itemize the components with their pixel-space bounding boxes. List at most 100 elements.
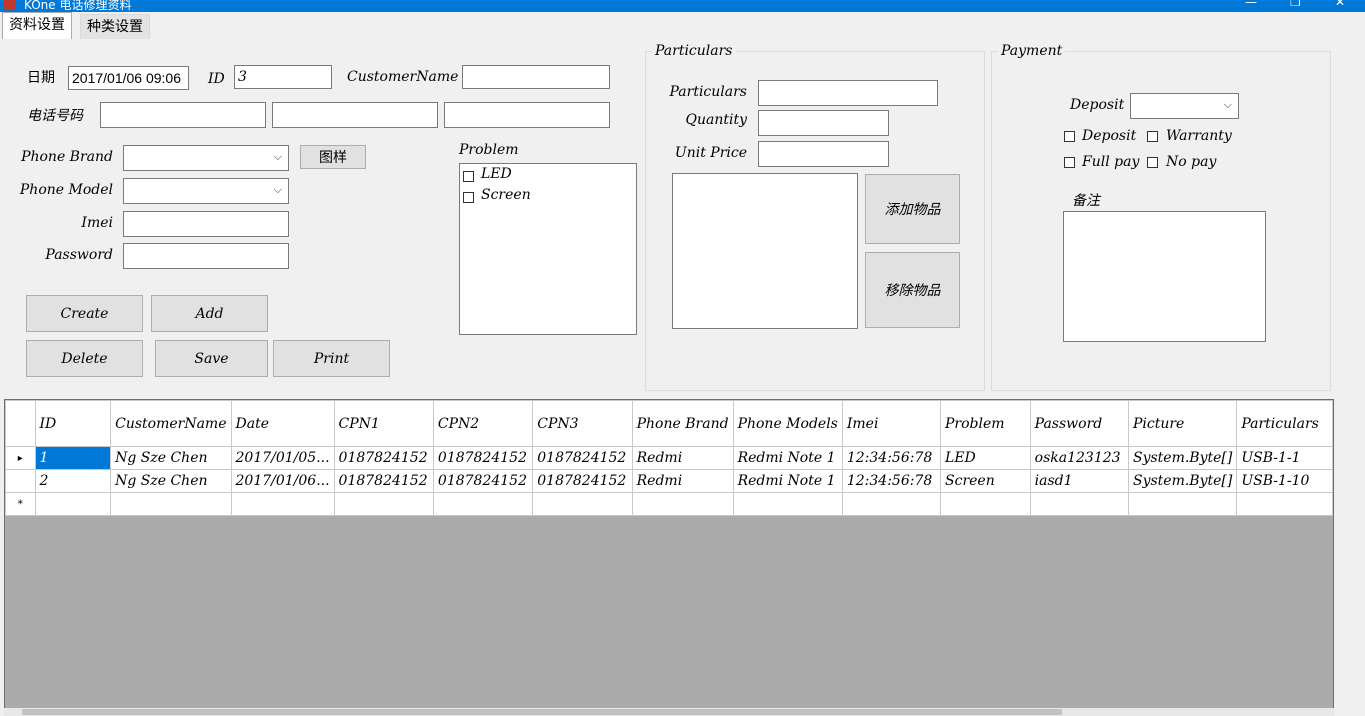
column-header[interactable]: ID: [34, 400, 112, 447]
column-header[interactable]: CustomerName: [110, 400, 232, 447]
table-cell[interactable]: oska123123: [1029, 446, 1129, 470]
particulars-field[interactable]: [758, 80, 938, 106]
delete-button[interactable]: Delete: [26, 340, 143, 377]
problem-checklist[interactable]: LED Screen: [459, 163, 637, 335]
column-header[interactable]: Phone Models: [732, 400, 843, 447]
print-button[interactable]: Print: [273, 340, 390, 377]
phone-model-select[interactable]: ⌵: [123, 178, 289, 204]
table-cell[interactable]: 0187824152: [532, 446, 633, 470]
tab-data-settings[interactable]: 资料设置: [2, 12, 72, 39]
table-cell[interactable]: [732, 492, 843, 516]
phone-brand-select[interactable]: ⌵: [123, 145, 289, 171]
date-picker[interactable]: 2017/01/06 09:06: [68, 66, 189, 90]
particulars-list[interactable]: [672, 173, 858, 329]
table-cell[interactable]: [110, 492, 232, 516]
column-header[interactable]: Particulars: [1236, 400, 1333, 447]
table-cell[interactable]: 0187824152: [432, 446, 534, 470]
deposit-checkbox-label: Deposit: [1082, 128, 1137, 144]
problem-screen-checkbox[interactable]: [463, 192, 474, 203]
table-row[interactable]: ▸ 1 Ng Sze Chen 2017/01/05... 0187824152 0187…: [5, 446, 1333, 470]
phone-field-2[interactable]: [272, 102, 438, 128]
table-cell[interactable]: [1236, 492, 1333, 516]
table-cell[interactable]: Screen: [940, 469, 1031, 493]
table-cell[interactable]: [1029, 492, 1129, 516]
unit-price-field[interactable]: [758, 141, 889, 167]
table-cell[interactable]: System.Byte[]: [1127, 469, 1238, 493]
table-cell[interactable]: Ng Sze Chen: [110, 446, 232, 470]
scrollbar-thumb[interactable]: [22, 709, 1062, 715]
minimize-icon[interactable]: —: [1245, 0, 1257, 9]
warranty-checkbox[interactable]: [1147, 131, 1158, 142]
column-header[interactable]: Problem: [940, 400, 1031, 447]
row-header[interactable]: [5, 469, 36, 493]
sample-image-button[interactable]: 图样: [300, 145, 366, 169]
id-field[interactable]: 3: [234, 65, 332, 89]
create-button[interactable]: Create: [26, 295, 143, 332]
remove-item-button[interactable]: 移除物品: [865, 252, 960, 328]
maximize-icon[interactable]: ❐: [1290, 0, 1301, 9]
table-cell[interactable]: [333, 492, 434, 516]
table-cell[interactable]: Ng Sze Chen: [110, 469, 232, 493]
horizontal-scrollbar[interactable]: [4, 708, 1334, 716]
table-cell[interactable]: 12:34:56:78: [841, 446, 942, 470]
table-cell[interactable]: 2017/01/05...: [230, 446, 335, 470]
close-icon[interactable]: ✕: [1335, 0, 1345, 9]
table-cell[interactable]: 0187824152: [333, 446, 434, 470]
table-cell[interactable]: USB-1-1: [1236, 446, 1333, 470]
records-grid[interactable]: ID CustomerName Date CPN1 CPN2 CPN3 Phone Bran…: [4, 399, 1334, 716]
phone-field-1[interactable]: [100, 102, 266, 128]
column-header[interactable]: CPN2: [432, 400, 534, 447]
column-header[interactable]: Phone Brand: [631, 400, 734, 447]
table-cell[interactable]: Redmi: [631, 446, 734, 470]
column-header[interactable]: CPN1: [333, 400, 434, 447]
table-cell[interactable]: USB-1-10: [1236, 469, 1333, 493]
table-cell[interactable]: [230, 492, 335, 516]
table-cell[interactable]: 12:34:56:78: [841, 469, 942, 493]
new-row[interactable]: *: [5, 492, 1333, 516]
table-cell[interactable]: 2017/01/06...: [230, 469, 335, 493]
table-cell[interactable]: 2: [34, 469, 112, 493]
row-header[interactable]: ▸: [5, 446, 36, 470]
phone-field-3[interactable]: [444, 102, 610, 128]
save-button[interactable]: Save: [155, 340, 268, 377]
table-cell[interactable]: iasd1: [1029, 469, 1129, 493]
column-header[interactable]: Password: [1029, 400, 1129, 447]
table-cell[interactable]: 0187824152: [532, 469, 633, 493]
table-cell[interactable]: [631, 492, 734, 516]
no-pay-checkbox[interactable]: [1147, 157, 1158, 168]
deposit-checkbox[interactable]: [1064, 131, 1075, 142]
table-cell[interactable]: Redmi Note 1: [732, 446, 843, 470]
imei-field[interactable]: [123, 211, 289, 237]
customer-name-field[interactable]: [462, 65, 610, 89]
table-cell[interactable]: LED: [940, 446, 1031, 470]
table-cell[interactable]: System.Byte[]: [1127, 446, 1238, 470]
column-header[interactable]: Imei: [841, 400, 942, 447]
table-cell[interactable]: 0187824152: [432, 469, 534, 493]
add-item-button[interactable]: 添加物品: [865, 174, 960, 244]
table-cell[interactable]: [34, 492, 112, 516]
table-cell[interactable]: [532, 492, 633, 516]
column-header[interactable]: Date: [230, 400, 335, 447]
table-cell[interactable]: [432, 492, 534, 516]
remarks-textarea[interactable]: [1063, 211, 1266, 342]
table-cell[interactable]: [940, 492, 1031, 516]
column-header[interactable]: Picture: [1127, 400, 1238, 447]
table-cell[interactable]: Redmi Note 1: [732, 469, 843, 493]
table-cell[interactable]: [1127, 492, 1238, 516]
password-field[interactable]: [123, 243, 289, 269]
table-cell[interactable]: Redmi: [631, 469, 734, 493]
column-header[interactable]: CPN3: [532, 400, 633, 447]
problem-led-checkbox[interactable]: [463, 171, 474, 182]
table-row[interactable]: 2 Ng Sze Chen 2017/01/06... 0187824152 01878…: [5, 469, 1333, 493]
add-button[interactable]: Add: [151, 295, 268, 332]
table-cell[interactable]: 1: [34, 446, 112, 470]
window-title: KOne 电话修理资料: [24, 0, 132, 12]
tab-category-settings[interactable]: 种类设置: [80, 14, 150, 39]
quantity-field[interactable]: [758, 110, 889, 136]
deposit-select[interactable]: ⌵: [1130, 93, 1239, 119]
full-pay-checkbox[interactable]: [1064, 157, 1075, 168]
problem-screen-label: Screen: [481, 187, 531, 203]
table-cell[interactable]: 0187824152: [333, 469, 434, 493]
table-cell[interactable]: [841, 492, 942, 516]
grid-corner[interactable]: [5, 400, 36, 447]
